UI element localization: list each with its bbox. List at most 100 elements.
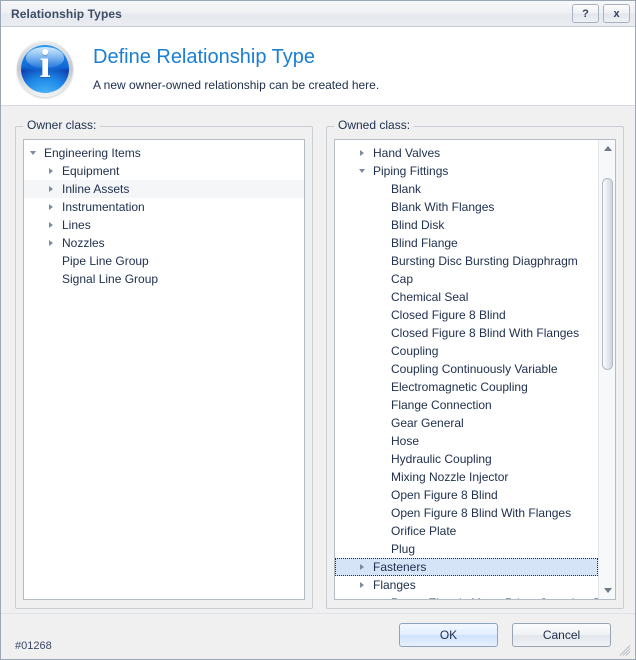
owner-class-tree[interactable]: Engineering Items Equipment Inline Assets I…: [23, 139, 305, 600]
tree-item-label: Flange Connection: [391, 398, 492, 412]
owned-tree-list[interactable]: Hand Valves Piping Fittings Blank Blank Wit…: [335, 140, 598, 599]
tree-item[interactable]: Engineering Items: [24, 144, 304, 162]
tree-item-label: Bursting Disc Bursting Diagphragm: [391, 254, 578, 268]
tree-item[interactable]: Nozzles: [24, 234, 304, 252]
tree-item-label: Open Figure 8 Blind: [391, 488, 498, 502]
tree-item[interactable]: Blank With Flanges: [335, 198, 598, 216]
tree-item[interactable]: Electromagnetic Coupling: [335, 378, 598, 396]
tree-item[interactable]: Open Figure 8 Blind: [335, 486, 598, 504]
resize-grip[interactable]: [619, 644, 632, 656]
tree-item-label: Equipment: [62, 164, 120, 178]
tree-item-label: Pipe Line Group: [62, 254, 149, 268]
scroll-up-icon[interactable]: [599, 140, 615, 157]
tree-item[interactable]: Fasteners: [335, 558, 598, 576]
tree-item[interactable]: Signal Line Group: [24, 270, 304, 288]
tree-item[interactable]: Open Figure 8 Blind With Flanges: [335, 504, 598, 522]
ok-button[interactable]: OK: [399, 623, 498, 647]
chevron-right-icon[interactable]: [48, 198, 57, 216]
chevron-down-icon[interactable]: [359, 162, 368, 180]
chevron-right-icon[interactable]: [48, 180, 57, 198]
tree-item[interactable]: Orifice Plate: [335, 522, 598, 540]
owner-class-group: Owner class: Engineering Items Equipment I…: [15, 119, 313, 609]
tree-item[interactable]: Coupling Continuously Variable: [335, 360, 598, 378]
tree-item[interactable]: Coupling: [335, 342, 598, 360]
tree-item[interactable]: Inline Assets: [24, 180, 304, 198]
info-icon-glyph: i: [39, 41, 51, 86]
tree-item[interactable]: Gear General: [335, 414, 598, 432]
tree-item-label: Gear General: [391, 416, 464, 430]
cancel-button[interactable]: Cancel: [512, 623, 611, 647]
tree-item[interactable]: Flange Connection: [335, 396, 598, 414]
tree-item-label: Blind Flange: [391, 236, 458, 250]
tree-item[interactable]: Hydraulic Coupling: [335, 450, 598, 468]
tree-item[interactable]: Lines: [24, 216, 304, 234]
tree-item-label: Open Figure 8 Blind With Flanges: [391, 506, 572, 520]
tree-item[interactable]: Pipe Line Group: [24, 252, 304, 270]
tree-item[interactable]: Hand Valves: [335, 144, 598, 162]
tree-item-label: Lines: [62, 218, 91, 232]
tree-item[interactable]: Cap: [335, 270, 598, 288]
help-button[interactable]: ?: [572, 4, 599, 23]
owner-tree-list[interactable]: Engineering Items Equipment Inline Assets I…: [24, 140, 304, 599]
chevron-right-icon[interactable]: [48, 162, 57, 180]
tree-item-label: Instrumentation: [62, 200, 145, 214]
tree-item-label: Coupling: [391, 344, 439, 358]
tree-item[interactable]: Chemical Seal: [335, 288, 598, 306]
tree-item[interactable]: Blind Flange: [335, 234, 598, 252]
owned-class-group: Owned class: Hand Valves Piping Fittings B…: [326, 119, 624, 609]
close-icon[interactable]: x: [603, 4, 630, 23]
tree-item[interactable]: Flanges: [335, 576, 598, 594]
page-subtitle: A new owner-owned relationship can be cr…: [93, 78, 380, 92]
scrollbar-thumb[interactable]: [602, 178, 613, 370]
tree-item[interactable]: Mixing Nozzle Injector: [335, 468, 598, 486]
owned-tree-scrollbar[interactable]: [598, 140, 615, 599]
tree-item-label: Blind Disk: [391, 218, 445, 232]
tree-item-label: Electromagnetic Coupling: [391, 380, 528, 394]
tree-item[interactable]: Closed Figure 8 Blind: [335, 306, 598, 324]
chevron-down-icon[interactable]: [30, 144, 39, 162]
tree-item-label: Closed Figure 8 Blind With Flanges: [391, 326, 580, 340]
tree-item-label: Piping Fittings: [373, 164, 449, 178]
tree-item-label: Blank With Flanges: [391, 200, 495, 214]
tree-item[interactable]: Power Electric Motor Prime Speed up Type: [335, 594, 598, 599]
tree-item[interactable]: Piping Fittings: [335, 162, 598, 180]
tree-item-label: Coupling Continuously Variable: [391, 362, 558, 376]
tree-item-label: Chemical Seal: [391, 290, 469, 304]
tree-item[interactable]: Blank: [335, 180, 598, 198]
chevron-right-icon[interactable]: [48, 216, 57, 234]
tree-item-label: Plug: [391, 542, 416, 556]
tree-item[interactable]: Instrumentation: [24, 198, 304, 216]
tree-item[interactable]: Blind Disk: [335, 216, 598, 234]
tree-item-label: Hydraulic Coupling: [391, 452, 492, 466]
chevron-right-icon[interactable]: [48, 234, 57, 252]
window-title: Relationship Types: [11, 6, 122, 21]
header-text-block: Define Relationship Type A new owner-own…: [93, 27, 379, 92]
scroll-down-icon[interactable]: [599, 582, 615, 599]
owned-class-tree[interactable]: Hand Valves Piping Fittings Blank Blank Wit…: [334, 139, 616, 600]
tree-item[interactable]: Bursting Disc Bursting Diagphragm: [335, 252, 598, 270]
tree-item-label: Signal Line Group: [62, 272, 159, 286]
tree-item-label: Closed Figure 8 Blind: [391, 308, 506, 322]
tree-item[interactable]: Plug: [335, 540, 598, 558]
status-id: #01268: [15, 640, 52, 652]
dialog-footer: #01268 OK Cancel: [1, 613, 635, 659]
tree-item[interactable]: Equipment: [24, 162, 304, 180]
page-title: Define Relationship Type: [93, 46, 315, 68]
chevron-right-icon[interactable]: [359, 144, 368, 162]
tree-item[interactable]: Hose: [335, 432, 598, 450]
chevron-right-icon[interactable]: [359, 576, 368, 594]
tree-item[interactable]: Closed Figure 8 Blind With Flanges: [335, 324, 598, 342]
chevron-right-icon[interactable]: [359, 558, 368, 576]
